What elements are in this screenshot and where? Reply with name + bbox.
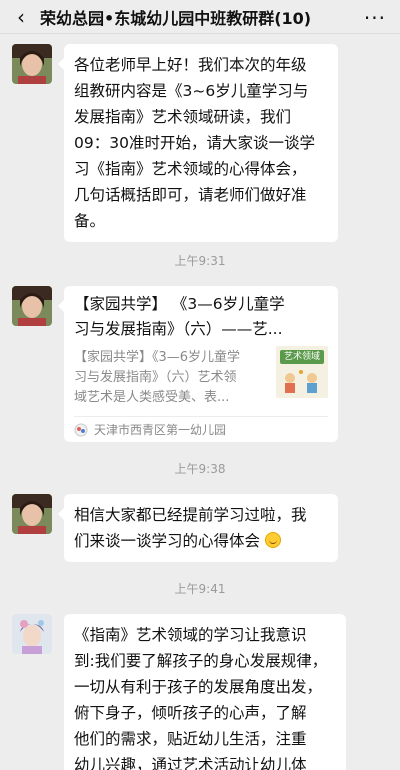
- message-bubble[interactable]: 《指南》艺术领域的学习让我意识 到:我们要了解孩子的身心发展规律， 一切从有利于…: [64, 614, 346, 770]
- source-logo-icon: [74, 423, 88, 436]
- thumbnail-label: 艺术领域: [280, 350, 324, 364]
- message-line: 们来谈一谈学习的心得体会: [74, 528, 328, 554]
- card-description-line: 域艺术是人类感受美、表...: [74, 390, 230, 405]
- message-bubble[interactable]: 各位老师早上好！我们本次的年级 组教研内容是《3~6岁儿童学习与 发展指南》艺术…: [58, 44, 338, 242]
- avatar[interactable]: [12, 286, 52, 326]
- card-title-line: 【家园共学】 《3—6岁儿童学: [74, 295, 285, 313]
- card-title-line: 习与发展指南》（六）——艺...: [74, 320, 283, 338]
- avatar[interactable]: [12, 44, 52, 84]
- chat-header: ‹ 荣幼总园•东城幼儿园中班教研群(10) ···: [0, 0, 400, 34]
- more-options-icon[interactable]: ···: [364, 6, 386, 30]
- message-line: 《指南》艺术领域的学习让我意识: [74, 626, 307, 644]
- message-line: 各位老师早上好！我们本次的年级: [74, 56, 307, 74]
- card-description-line: 习与发展指南》（六）艺术领: [74, 370, 237, 385]
- link-card[interactable]: 【家园共学】 《3—6岁儿童学 习与发展指南》（六）——艺... 【家园共学】《…: [58, 286, 338, 442]
- message-line: 习《指南》艺术领域的心得体会，: [74, 160, 307, 178]
- back-icon[interactable]: ‹: [6, 0, 36, 34]
- message-line: 几句话概括即可，请老师们做好准: [74, 186, 307, 204]
- message-line: 幼儿兴趣，通过艺术活动让幼儿体: [74, 756, 307, 770]
- message-line: 备。: [74, 212, 106, 230]
- message-line-text: 们来谈一谈学习的心得体会: [74, 532, 261, 550]
- message-line: 组教研内容是《3~6岁儿童学习与: [74, 82, 309, 100]
- card-thumbnail: 艺术领域: [276, 346, 328, 398]
- message-line: 相信大家都已经提前学习过啦，我: [74, 506, 307, 524]
- timestamp: 上午9:41: [174, 582, 226, 596]
- message-line: 发展指南》艺术领域研读，我们: [74, 108, 292, 126]
- message-line: 他们的需求，贴近幼儿生活，注重: [74, 730, 307, 748]
- thumbnail-illustration-icon: [285, 370, 317, 393]
- message-line: 到:我们要了解孩子的身心发展规律，: [74, 652, 328, 670]
- card-description-line: 【家园共学】《3—6岁儿童学: [74, 350, 241, 365]
- timestamp: 上午9:38: [174, 462, 226, 476]
- smile-emoji-icon: [264, 532, 281, 548]
- timestamp: 上午9:31: [174, 254, 226, 268]
- avatar[interactable]: [12, 614, 52, 654]
- card-source-name: 天津市西青区第一幼儿园: [94, 422, 227, 437]
- card-source: 天津市西青区第一幼儿园: [74, 416, 328, 442]
- avatar[interactable]: [12, 494, 52, 534]
- message-bubble[interactable]: 相信大家都已经提前学习过啦，我 们来谈一谈学习的心得体会: [58, 494, 338, 562]
- message-line: 俯下身子，倾听孩子的心声，了解: [74, 704, 307, 722]
- chat-title: 荣幼总园•东城幼儿园中班教研群(10): [40, 8, 312, 28]
- message-line: 09：30准时开始，请大家谈一谈学: [74, 134, 315, 152]
- message-line: 一切从有利于孩子的发展角度出发，: [74, 678, 323, 696]
